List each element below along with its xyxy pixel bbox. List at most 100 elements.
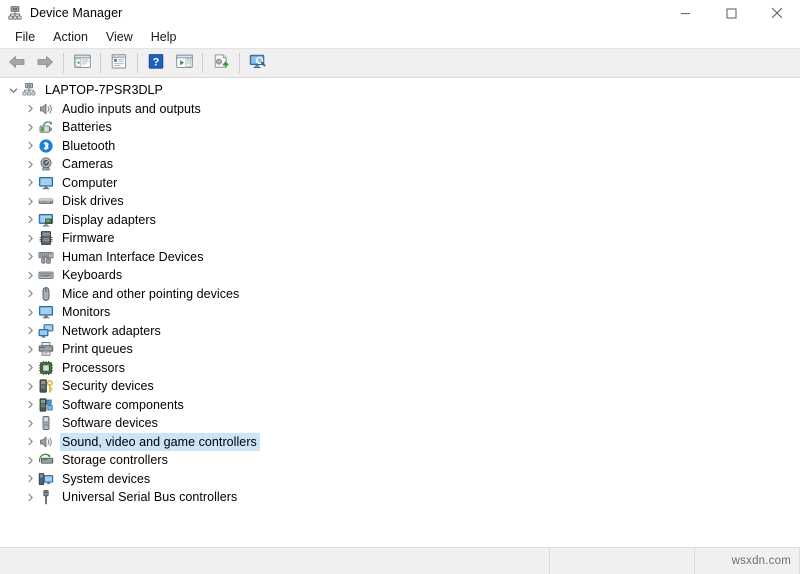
tree-item-mice-and-other-pointing-devices[interactable]: Mice and other pointing devices [0, 285, 800, 304]
chevron-right-icon[interactable] [22, 414, 38, 432]
chevron-right-icon[interactable] [22, 211, 38, 229]
bluetooth-icon [38, 138, 54, 154]
tree-item-software-devices[interactable]: Software devices [0, 414, 800, 433]
tree-item-storage-controllers[interactable]: Storage controllers [0, 451, 800, 470]
tree-item-network-adapters[interactable]: Network adapters [0, 322, 800, 341]
properties-icon [111, 54, 127, 72]
chevron-right-icon[interactable] [22, 192, 38, 210]
console-tree-icon [73, 54, 91, 72]
close-button[interactable] [754, 0, 800, 26]
tree-item-display-adapters[interactable]: Display adapters [0, 211, 800, 230]
tree-item-label: Keyboards [62, 268, 123, 283]
display-devices-button[interactable] [245, 51, 271, 75]
tree-root-label: LAPTOP-7PSR3DLP [45, 83, 163, 98]
window-title: Device Manager [30, 6, 123, 20]
monitor-icon [38, 175, 54, 191]
update-driver-icon [213, 54, 230, 72]
maximize-button[interactable] [708, 0, 754, 26]
title-bar: Device Manager [0, 0, 800, 26]
menu-help[interactable]: Help [142, 27, 186, 47]
chevron-right-icon[interactable] [22, 396, 38, 414]
status-bar: wsxdn.com [0, 547, 800, 574]
tree-root-node[interactable]: LAPTOP-7PSR3DLP [0, 81, 800, 100]
security-key-icon [38, 378, 54, 394]
tree-item-label: Universal Serial Bus controllers [62, 490, 238, 505]
chevron-right-icon[interactable] [22, 359, 38, 377]
monitor-search-icon [249, 54, 267, 72]
chevron-right-icon[interactable] [22, 248, 38, 266]
chevron-right-icon[interactable] [22, 377, 38, 395]
firmware-chip-icon [38, 230, 54, 246]
tree-item-audio-inputs-and-outputs[interactable]: Audio inputs and outputs [0, 100, 800, 119]
chevron-right-icon[interactable] [22, 229, 38, 247]
back-button[interactable] [4, 51, 30, 75]
tree-item-monitors[interactable]: Monitors [0, 303, 800, 322]
help-button[interactable]: ? [143, 51, 169, 75]
chevron-right-icon[interactable] [22, 488, 38, 506]
tree-item-batteries[interactable]: Batteries [0, 118, 800, 137]
tree-item-label: Audio inputs and outputs [62, 101, 201, 116]
tree-item-label: Network adapters [62, 323, 161, 338]
tree-item-label: Mice and other pointing devices [62, 286, 240, 301]
tree-item-security-devices[interactable]: Security devices [0, 377, 800, 396]
tree-item-label: Processors [62, 360, 126, 375]
chevron-right-icon[interactable] [22, 266, 38, 284]
toolbar: ? [0, 48, 800, 78]
chevron-right-icon[interactable] [22, 470, 38, 488]
chevron-down-icon[interactable] [5, 81, 21, 99]
tree-item-human-interface-devices[interactable]: Human Interface Devices [0, 248, 800, 267]
mouse-icon [38, 286, 54, 302]
tree-item-label: Disk drives [62, 194, 124, 209]
system-device-icon [38, 471, 54, 487]
chevron-right-icon[interactable] [22, 451, 38, 469]
chevron-right-icon[interactable] [22, 303, 38, 321]
tree-item-system-devices[interactable]: System devices [0, 470, 800, 489]
tree-item-label: Software components [62, 397, 184, 412]
properties-button[interactable] [106, 51, 132, 75]
chevron-right-icon[interactable] [22, 340, 38, 358]
tree-item-label: Batteries [62, 120, 112, 135]
update-driver-button[interactable] [208, 51, 234, 75]
tree-item-label: Human Interface Devices [62, 249, 204, 264]
chevron-right-icon[interactable] [22, 433, 38, 451]
menu-view[interactable]: View [97, 27, 142, 47]
minimize-button[interactable] [662, 0, 708, 26]
back-arrow-icon [8, 54, 26, 73]
tree-item-print-queues[interactable]: Print queues [0, 340, 800, 359]
menu-action[interactable]: Action [44, 27, 97, 47]
tree-item-firmware[interactable]: Firmware [0, 229, 800, 248]
tree-item-software-components[interactable]: Software components [0, 396, 800, 415]
chevron-right-icon[interactable] [22, 322, 38, 340]
scan-for-hardware-changes-button[interactable] [171, 51, 197, 75]
tree-item-disk-drives[interactable]: Disk drives [0, 192, 800, 211]
processor-icon [38, 360, 54, 376]
tree-item-universal-serial-bus-controllers[interactable]: Universal Serial Bus controllers [0, 488, 800, 507]
chevron-right-icon[interactable] [22, 285, 38, 303]
tree-item-label: Print queues [62, 342, 133, 357]
tree-item-label: Storage controllers [62, 453, 168, 468]
status-pane-secondary [550, 548, 695, 574]
chevron-right-icon[interactable] [22, 100, 38, 118]
tree-item-cameras[interactable]: Cameras [0, 155, 800, 174]
display-adapter-icon [38, 212, 54, 228]
status-pane-main [0, 548, 550, 574]
chevron-right-icon[interactable] [22, 174, 38, 192]
tree-item-processors[interactable]: Processors [0, 359, 800, 378]
tree-item-label: Firmware [62, 231, 115, 246]
tree-item-keyboards[interactable]: Keyboards [0, 266, 800, 285]
tree-item-label: Monitors [62, 305, 111, 320]
show-hide-console-tree-button[interactable] [69, 51, 95, 75]
disk-drive-icon [38, 193, 54, 209]
chevron-right-icon[interactable] [22, 137, 38, 155]
printer-icon [38, 341, 54, 357]
status-pane-watermark: wsxdn.com [695, 548, 800, 574]
forward-button[interactable] [32, 51, 58, 75]
menu-file[interactable]: File [6, 27, 44, 47]
chevron-right-icon[interactable] [22, 155, 38, 173]
tree-item-label: Security devices [62, 379, 154, 394]
tree-item-bluetooth[interactable]: Bluetooth [0, 137, 800, 156]
software-component-icon [38, 397, 54, 413]
chevron-right-icon[interactable] [22, 118, 38, 136]
tree-item-sound-video-and-game-controllers[interactable]: Sound, video and game controllers [0, 432, 800, 452]
tree-item-computer[interactable]: Computer [0, 174, 800, 193]
